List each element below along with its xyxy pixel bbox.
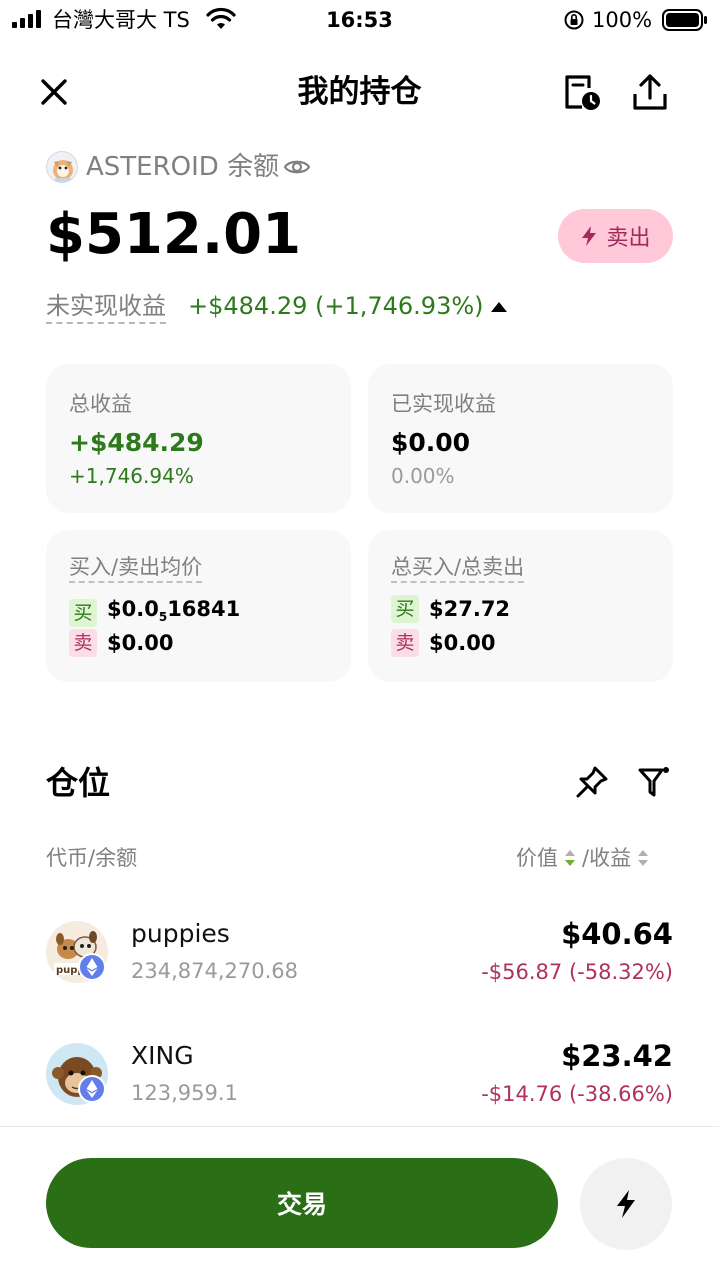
page-title: 我的持仓 [297, 74, 422, 110]
eye-icon[interactable] [283, 153, 311, 181]
unrealized-pnl-value: +$484.29 (+1,746.93%) [188, 292, 484, 320]
total-sell-row: 卖 $0.00 [391, 629, 495, 657]
avg-buy-row: 买 $0.0516841 [69, 595, 240, 631]
total-pnl-card: 总收益 +$484.29 +1,746.94% [46, 364, 351, 513]
ethereum-icon [78, 1075, 106, 1103]
total-pnl-label: 总收益 [69, 392, 132, 416]
asset-value: $40.64 [561, 917, 673, 951]
asset-value: $23.42 [561, 1039, 673, 1073]
sell-tag: 卖 [69, 629, 97, 657]
token-avatar [46, 151, 78, 183]
sell-tag: 卖 [391, 629, 419, 657]
asset-name: XING [131, 1041, 194, 1070]
total-pnl-value: +$484.29 [69, 428, 204, 457]
avg-buy-value: $0.0516841 [107, 597, 241, 625]
sort-icon[interactable] [564, 847, 576, 869]
battery-percent: 100% [592, 8, 653, 32]
avg-sell-row: 卖 $0.00 [69, 629, 173, 657]
buy-tag: 买 [69, 599, 97, 628]
realized-pnl-value: $0.00 [391, 428, 471, 457]
share-icon[interactable] [630, 72, 670, 112]
ethereum-icon [78, 953, 106, 981]
avg-price-label[interactable]: 买入/卖出均价 [69, 553, 203, 583]
position-row[interactable]: pupp puppies 234,874,270.68 $40.64 -$56.… [0, 905, 719, 1005]
position-row[interactable]: XING 123,959.1 $23.42 -$14.76 (-38.66%) [0, 1027, 719, 1127]
lightning-icon [582, 226, 597, 246]
sell-button[interactable]: 卖出 [558, 209, 673, 263]
column-header-value-pnl[interactable]: 价值 /收益 [516, 843, 649, 873]
total-value: $512.01 [46, 202, 302, 267]
realized-pnl-label: 已实现收益 [391, 392, 496, 416]
total-trade-card: 总买入/总卖出 买 $27.72 卖 $0.00 [368, 530, 673, 682]
positions-title: 仓位 [46, 764, 111, 802]
sort-icon[interactable] [637, 847, 649, 869]
asset-amount: 123,959.1 [131, 1081, 238, 1105]
orientation-lock-icon [564, 10, 584, 30]
total-sell-value: $0.00 [429, 631, 496, 655]
total-pnl-percent: +1,746.94% [69, 464, 194, 488]
realized-pnl-card: 已实现收益 $0.00 0.00% [368, 364, 673, 513]
total-buy-value: $27.72 [429, 597, 511, 621]
history-icon[interactable] [562, 72, 602, 112]
total-trade-label[interactable]: 总买入/总卖出 [391, 553, 525, 583]
asset-pnl: -$14.76 (-38.66%) [481, 1082, 673, 1106]
total-buy-row: 买 $27.72 [391, 595, 510, 623]
sell-button-label: 卖出 [606, 226, 651, 251]
unrealized-pnl-label[interactable]: 未实现收益 [46, 290, 166, 324]
trade-button[interactable]: 交易 [46, 1158, 558, 1248]
asset-pnl: -$56.87 (-58.32%) [481, 960, 673, 984]
buy-tag: 买 [391, 595, 419, 623]
pin-icon[interactable] [574, 764, 610, 800]
asset-amount: 234,874,270.68 [131, 959, 298, 983]
avg-sell-value: $0.00 [107, 631, 174, 655]
triangle-up-icon[interactable] [489, 299, 509, 315]
realized-pnl-percent: 0.00% [391, 464, 455, 488]
column-header-token: 代币/余额 [46, 846, 138, 870]
pnl-sort-label: /收益 [582, 846, 632, 870]
battery-icon [662, 9, 707, 31]
filter-icon[interactable] [636, 764, 672, 800]
quick-trade-button[interactable] [580, 1158, 672, 1250]
token-balance-label: ASTEROID 余额 [86, 152, 280, 182]
value-sort-label: 价值 [516, 846, 558, 870]
lightning-icon [617, 1190, 635, 1218]
asset-name: puppies [131, 919, 230, 948]
avg-price-card: 买入/卖出均价 买 $0.0516841 卖 $0.00 [46, 530, 351, 682]
status-bar: 台灣大哥大 TS 16:53 100% [0, 0, 719, 40]
